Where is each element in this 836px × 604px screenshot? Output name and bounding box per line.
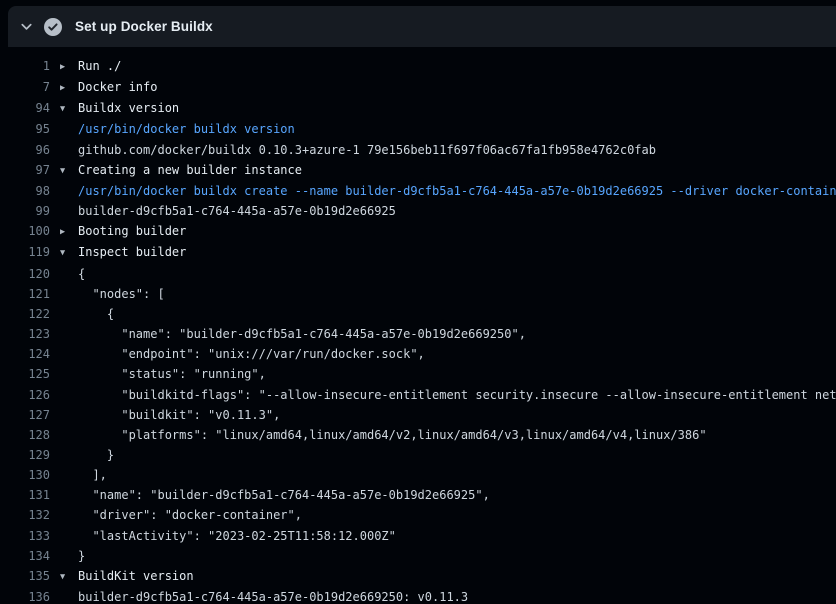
log-line: 120 {	[0, 264, 836, 284]
log-text: {	[78, 307, 114, 321]
log-text: /usr/bin/docker buildx create --name bui…	[78, 184, 836, 198]
log-text: }	[78, 549, 85, 563]
line-number[interactable]: 125	[0, 364, 50, 384]
log-text: "nodes": [	[78, 287, 165, 301]
log-text: builder-d9cfb5a1-c764-445a-a57e-0b19d2e6…	[78, 204, 396, 218]
line-number[interactable]: 119	[0, 242, 50, 263]
log-text: "buildkitd-flags": "--allow-insecure-ent…	[78, 388, 836, 402]
line-number[interactable]: 99	[0, 201, 50, 221]
line-number[interactable]: 135	[0, 566, 50, 587]
line-number[interactable]: 120	[0, 264, 50, 284]
log-text: "name": "builder-d9cfb5a1-c764-445a-a57e…	[78, 488, 490, 502]
log-line: 96 github.com/docker/buildx 0.10.3+azure-…	[0, 140, 836, 160]
log-line: 131 "name": "builder-d9cfb5a1-c764-445a-…	[0, 485, 836, 505]
log-line: 127 "buildkit": "v0.11.3",	[0, 405, 836, 425]
line-number[interactable]: 94	[0, 98, 50, 119]
line-number[interactable]: 134	[0, 546, 50, 566]
log-text: "name": "builder-d9cfb5a1-c764-445a-a57e…	[78, 327, 526, 341]
log-line: 134}	[0, 546, 836, 566]
log-text: Booting builder	[78, 224, 186, 238]
log-lines: 1▶Run ./7▶Docker info94▼Buildx version95…	[0, 47, 836, 604]
line-number[interactable]: 98	[0, 181, 50, 201]
log-text: Buildx version	[78, 101, 179, 115]
line-number[interactable]: 122	[0, 304, 50, 324]
line-number[interactable]: 7	[0, 77, 50, 98]
step-header[interactable]: Set up Docker Buildx	[8, 6, 836, 47]
log-text: Docker info	[78, 80, 157, 94]
log-line[interactable]: 119 ▼Inspect builder	[0, 242, 836, 263]
log-line: 126 "buildkitd-flags": "--allow-insecure…	[0, 385, 836, 405]
expand-group-icon[interactable]: ▶	[60, 78, 78, 98]
line-number[interactable]: 126	[0, 385, 50, 405]
line-number[interactable]: 123	[0, 324, 50, 344]
log-text: github.com/docker/buildx 0.10.3+azure-1 …	[78, 143, 656, 157]
line-number[interactable]: 131	[0, 485, 50, 505]
log-line: 98/usr/bin/docker buildx create --name b…	[0, 181, 836, 201]
log-text: Creating a new builder instance	[78, 163, 302, 177]
line-number[interactable]: 136	[0, 587, 50, 604]
log-text: builder-d9cfb5a1-c764-445a-a57e-0b19d2e6…	[78, 590, 468, 604]
line-number[interactable]: 121	[0, 284, 50, 304]
log-text: "platforms": "linux/amd64,linux/amd64/v2…	[78, 428, 707, 442]
log-text: "status": "running",	[78, 367, 266, 381]
expand-group-icon[interactable]: ▶	[60, 57, 78, 77]
log-line: 124 "endpoint": "unix:///var/run/docker.…	[0, 344, 836, 364]
log-line: 132 "driver": "docker-container",	[0, 505, 836, 525]
log-text: Inspect builder	[78, 245, 186, 259]
log-text: "lastActivity": "2023-02-25T11:58:12.000…	[78, 529, 396, 543]
log-line: 121 "nodes": [	[0, 284, 836, 304]
log-text: "buildkit": "v0.11.3",	[78, 408, 280, 422]
expand-group-icon[interactable]: ▶	[60, 222, 78, 242]
log-line[interactable]: 1 ▶Run ./	[0, 56, 836, 77]
line-number[interactable]: 97	[0, 160, 50, 181]
line-number[interactable]: 133	[0, 526, 50, 546]
log-text: }	[78, 448, 114, 462]
log-text: Run ./	[78, 59, 121, 73]
line-number[interactable]: 128	[0, 425, 50, 445]
chevron-down-icon[interactable]	[19, 19, 34, 35]
log-line[interactable]: 100 ▶Booting builder	[0, 221, 836, 242]
collapse-group-icon[interactable]: ▼	[60, 243, 78, 263]
log-line: 123 "name": "builder-d9cfb5a1-c764-445a-…	[0, 324, 836, 344]
log-line: 133 "lastActivity": "2023-02-25T11:58:12…	[0, 526, 836, 546]
log-line: 136 builder-d9cfb5a1-c764-445a-a57e-0b19d…	[0, 587, 836, 604]
log-line[interactable]: 7 ▶Docker info	[0, 77, 836, 98]
log-line: 125 "status": "running",	[0, 364, 836, 384]
log-line[interactable]: 97 ▼Creating a new builder instance	[0, 160, 836, 181]
log-line: 130 ],	[0, 465, 836, 485]
log-text: ],	[78, 468, 107, 482]
collapse-group-icon[interactable]: ▼	[60, 567, 78, 587]
line-number[interactable]: 1	[0, 56, 50, 77]
log-line: 99 builder-d9cfb5a1-c764-445a-a57e-0b19d2…	[0, 201, 836, 221]
log-text: "driver": "docker-container",	[78, 508, 302, 522]
line-number[interactable]: 95	[0, 119, 50, 139]
log-line[interactable]: 94 ▼Buildx version	[0, 98, 836, 119]
log-text: "endpoint": "unix:///var/run/docker.sock…	[78, 347, 425, 361]
log-text: /usr/bin/docker buildx version	[78, 122, 295, 136]
line-number[interactable]: 124	[0, 344, 50, 364]
log-line[interactable]: 135 ▼BuildKit version	[0, 566, 836, 587]
line-number[interactable]: 96	[0, 140, 50, 160]
line-number[interactable]: 100	[0, 221, 50, 242]
line-number[interactable]: 130	[0, 465, 50, 485]
log-line: 95/usr/bin/docker buildx version	[0, 119, 836, 139]
line-number[interactable]: 127	[0, 405, 50, 425]
log-line: 122 {	[0, 304, 836, 324]
step-title: Set up Docker Buildx	[75, 19, 213, 34]
line-number[interactable]: 132	[0, 505, 50, 525]
log-text: {	[78, 267, 85, 281]
line-number[interactable]: 129	[0, 445, 50, 465]
collapse-group-icon[interactable]: ▼	[60, 99, 78, 119]
log-text: BuildKit version	[78, 569, 194, 583]
collapse-group-icon[interactable]: ▼	[60, 161, 78, 181]
log-line: 128 "platforms": "linux/amd64,linux/amd6…	[0, 425, 836, 445]
success-check-icon	[44, 18, 62, 36]
log-line: 129 }	[0, 445, 836, 465]
